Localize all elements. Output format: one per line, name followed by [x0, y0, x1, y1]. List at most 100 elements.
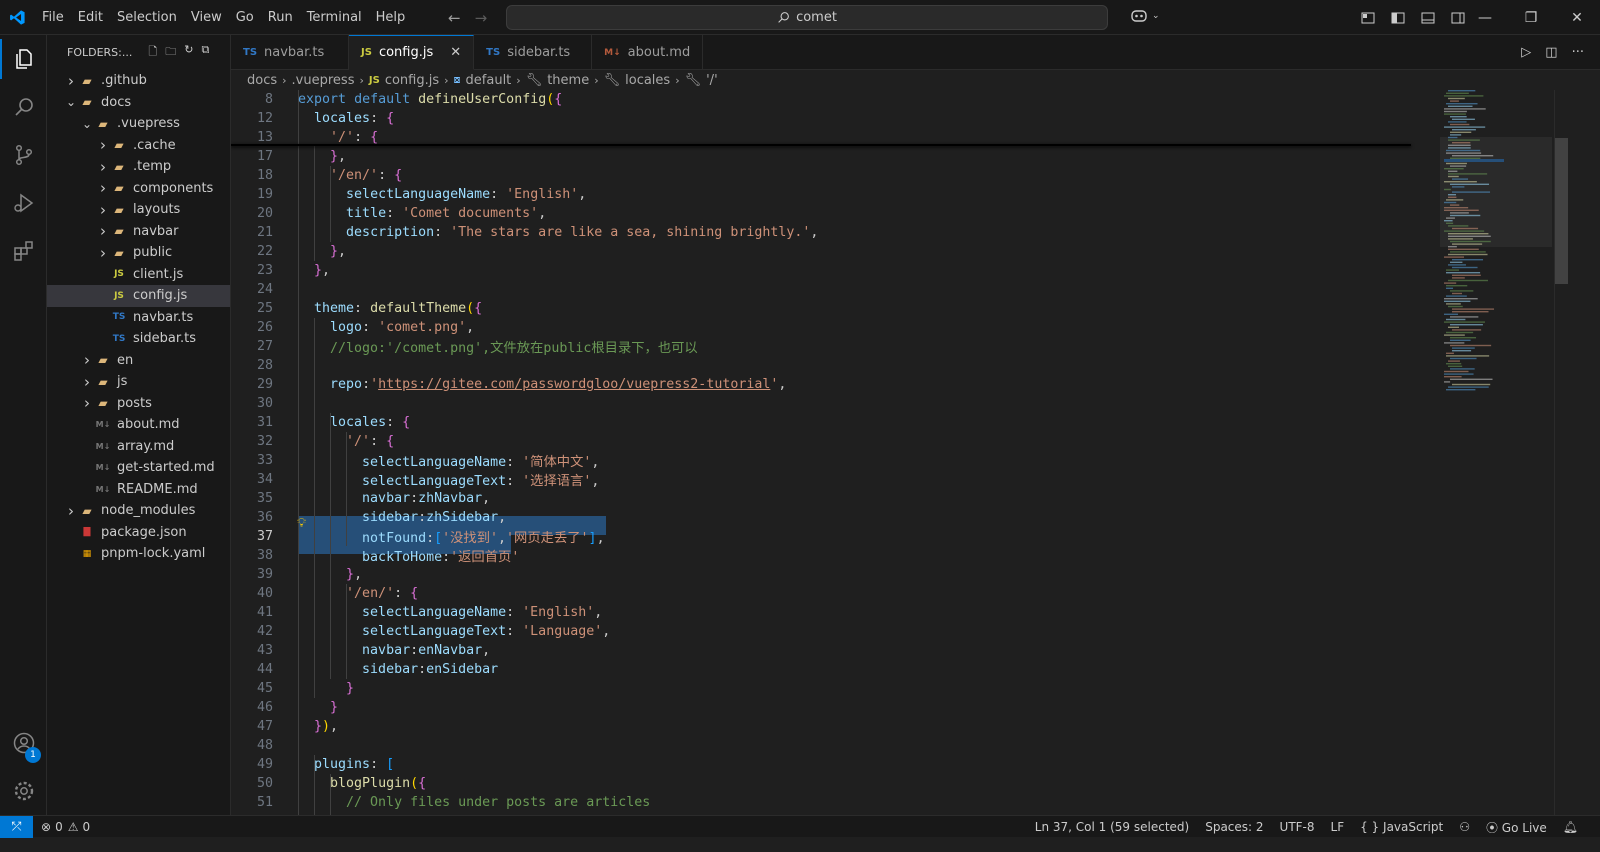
file-item[interactable]: M↓ get-started.md — [47, 457, 230, 479]
code-line[interactable]: 43 navbar:enNavbar, — [231, 641, 1431, 660]
lightbulb-icon[interactable]: 💡︎ — [297, 516, 306, 531]
folder-item[interactable]: › ▰ .cache — [47, 135, 230, 157]
code-line[interactable]: 47 }), — [231, 717, 1431, 736]
tab-about-md[interactable]: M↓ about.md — [592, 35, 704, 70]
file-item[interactable]: ▦ pnpm-lock.yaml — [47, 543, 230, 565]
code-line[interactable]: 50 blogPlugin({ — [231, 774, 1431, 793]
run-file-icon[interactable]: ▷ — [1521, 45, 1531, 60]
file-item[interactable]: JS client.js — [47, 264, 230, 286]
folder-item[interactable]: ⌄ ▰ .vuepress — [47, 113, 230, 135]
code-editor[interactable]: 8 export default defineUserConfig({12 loc… — [231, 90, 1600, 815]
bell-icon[interactable]: 🔔︎ — [1563, 820, 1578, 834]
code-line[interactable]: 36 sidebar:zhSidebar, — [231, 508, 1431, 527]
code-line[interactable]: 37 notFound:['没找到','网页走丢了'], — [231, 527, 1431, 546]
file-item[interactable]: ▇ package.json — [47, 522, 230, 544]
toggle-primary-sidebar-icon[interactable] — [1390, 10, 1406, 26]
tab-config-js[interactable]: JS config.js ✕ — [349, 35, 475, 70]
copilot-button[interactable]: ⌄ — [1130, 8, 1160, 24]
code-line[interactable]: 44 sidebar:enSidebar — [231, 660, 1431, 679]
breadcrumb-default[interactable]: default — [466, 73, 512, 88]
folder-item[interactable]: › ▰ layouts — [47, 199, 230, 221]
tab-sidebar-ts[interactable]: TS sidebar.ts — [474, 35, 593, 70]
copilot-status-icon[interactable]: ⚇ — [1459, 820, 1470, 834]
breadcrumb-docs[interactable]: docs — [247, 73, 277, 88]
code-line[interactable]: 35 navbar:zhNavbar, — [231, 489, 1431, 508]
restore-icon[interactable]: ❐ — [1508, 10, 1554, 26]
code-line[interactable]: 34 selectLanguageText: '选择语言', — [231, 470, 1431, 489]
end-of-line[interactable]: LF — [1331, 820, 1345, 834]
code-line[interactable]: 51 // Only files under posts are article… — [231, 793, 1431, 812]
folder-item[interactable]: › ▰ public — [47, 242, 230, 264]
menu-run[interactable]: Run — [261, 0, 300, 35]
code-line[interactable]: 26 logo: 'comet.png', — [231, 318, 1431, 337]
language-mode[interactable]: { } JavaScript — [1360, 820, 1443, 834]
code-line[interactable]: 25 theme: defaultTheme({ — [231, 299, 1431, 318]
code-line[interactable]: 38 backToHome:'返回首页' — [231, 546, 1431, 565]
warnings-icon[interactable]: ⚠ — [68, 820, 79, 834]
collapse-all-icon[interactable]: ⧉ — [201, 43, 209, 62]
close-icon[interactable]: ✕ — [1554, 10, 1600, 26]
more-actions-icon[interactable]: ··· — [1572, 45, 1584, 60]
close-tab-icon[interactable]: ✕ — [450, 45, 461, 60]
code-line[interactable]: 30 — [231, 394, 1431, 413]
folder-item[interactable]: › ▰ components — [47, 178, 230, 200]
minimize-icon[interactable]: — — [1462, 10, 1508, 26]
accounts-icon[interactable]: 1 — [0, 719, 47, 767]
menu-file[interactable]: File — [35, 0, 71, 35]
command-center[interactable]: comet — [506, 5, 1108, 30]
back-arrow-icon[interactable]: ← — [448, 9, 461, 27]
source-control-icon[interactable] — [0, 131, 47, 179]
code-line[interactable]: 17 }, — [231, 147, 1431, 166]
menu-view[interactable]: View — [184, 0, 229, 35]
code-line[interactable]: 49 plugins: [ — [231, 755, 1431, 774]
file-item[interactable]: TS sidebar.ts — [47, 328, 230, 350]
warnings-count[interactable]: 0 — [82, 820, 90, 834]
toggle-panel-icon[interactable] — [1420, 10, 1436, 26]
folder-item[interactable]: › ▰ node_modules — [47, 500, 230, 522]
menu-edit[interactable]: Edit — [71, 0, 110, 35]
code-line[interactable]: 39 }, — [231, 565, 1431, 584]
code-line[interactable]: 23 }, — [231, 261, 1431, 280]
code-line[interactable]: 31 locales: { — [231, 413, 1431, 432]
folder-item[interactable]: ⌄ ▰ docs — [47, 92, 230, 114]
remote-indicator-icon[interactable]: ⤱ — [0, 815, 33, 838]
file-item[interactable]: M↓ about.md — [47, 414, 230, 436]
code-line[interactable]: 41 selectLanguageName: 'English', — [231, 603, 1431, 622]
breadcrumb-locales[interactable]: locales — [625, 73, 670, 88]
indentation[interactable]: Spaces: 2 — [1205, 820, 1263, 834]
folder-item[interactable]: › ▰ en — [47, 350, 230, 372]
folder-item[interactable]: › ▰ navbar — [47, 221, 230, 243]
code-line[interactable]: 24 — [231, 280, 1431, 299]
code-line[interactable]: 20 title: 'Comet documents', — [231, 204, 1431, 223]
code-line[interactable]: 33 selectLanguageName: '简体中文', — [231, 451, 1431, 470]
code-line[interactable]: 46 } — [231, 698, 1431, 717]
code-line[interactable]: 8 export default defineUserConfig({ — [231, 90, 1431, 109]
search-view-icon[interactable] — [0, 83, 47, 131]
folder-item[interactable]: › ▰ .temp — [47, 156, 230, 178]
refresh-icon[interactable]: ↻ — [184, 43, 193, 62]
code-line[interactable]: 45 } — [231, 679, 1431, 698]
folder-item[interactable]: › ▰ js — [47, 371, 230, 393]
file-item[interactable]: M↓ README.md — [47, 479, 230, 501]
code-line[interactable]: 22 }, — [231, 242, 1431, 261]
menu-selection[interactable]: Selection — [110, 0, 184, 35]
new-folder-icon[interactable]: 🗀 — [165, 43, 176, 62]
code-line[interactable]: 12 locales: { — [231, 109, 1431, 128]
tab-navbar-ts[interactable]: TS navbar.ts — [231, 35, 349, 70]
code-line[interactable]: 32 '/': { — [231, 432, 1431, 451]
code-line[interactable]: 28 — [231, 356, 1431, 375]
menu-help[interactable]: Help — [369, 0, 413, 35]
run-debug-icon[interactable] — [0, 179, 47, 227]
folder-item[interactable]: › ▰ posts — [47, 393, 230, 415]
file-item[interactable]: M↓ array.md — [47, 436, 230, 458]
vertical-scrollbar-thumb[interactable] — [1555, 138, 1568, 284]
go-live-button[interactable]: ⦿ Go Live — [1486, 819, 1547, 836]
new-file-icon[interactable]: 🗋 — [148, 43, 157, 62]
breadcrumb-config[interactable]: config.js — [385, 73, 439, 88]
code-line[interactable]: 29 repo:'https://gitee.com/passwordgloo/… — [231, 375, 1431, 394]
manage-gear-icon[interactable] — [0, 767, 47, 815]
customize-layout-icon[interactable] — [1360, 10, 1376, 26]
breadcrumb-theme[interactable]: theme — [547, 73, 589, 88]
forward-arrow-icon[interactable]: → — [475, 9, 488, 27]
file-item[interactable]: JS config.js — [47, 285, 230, 307]
